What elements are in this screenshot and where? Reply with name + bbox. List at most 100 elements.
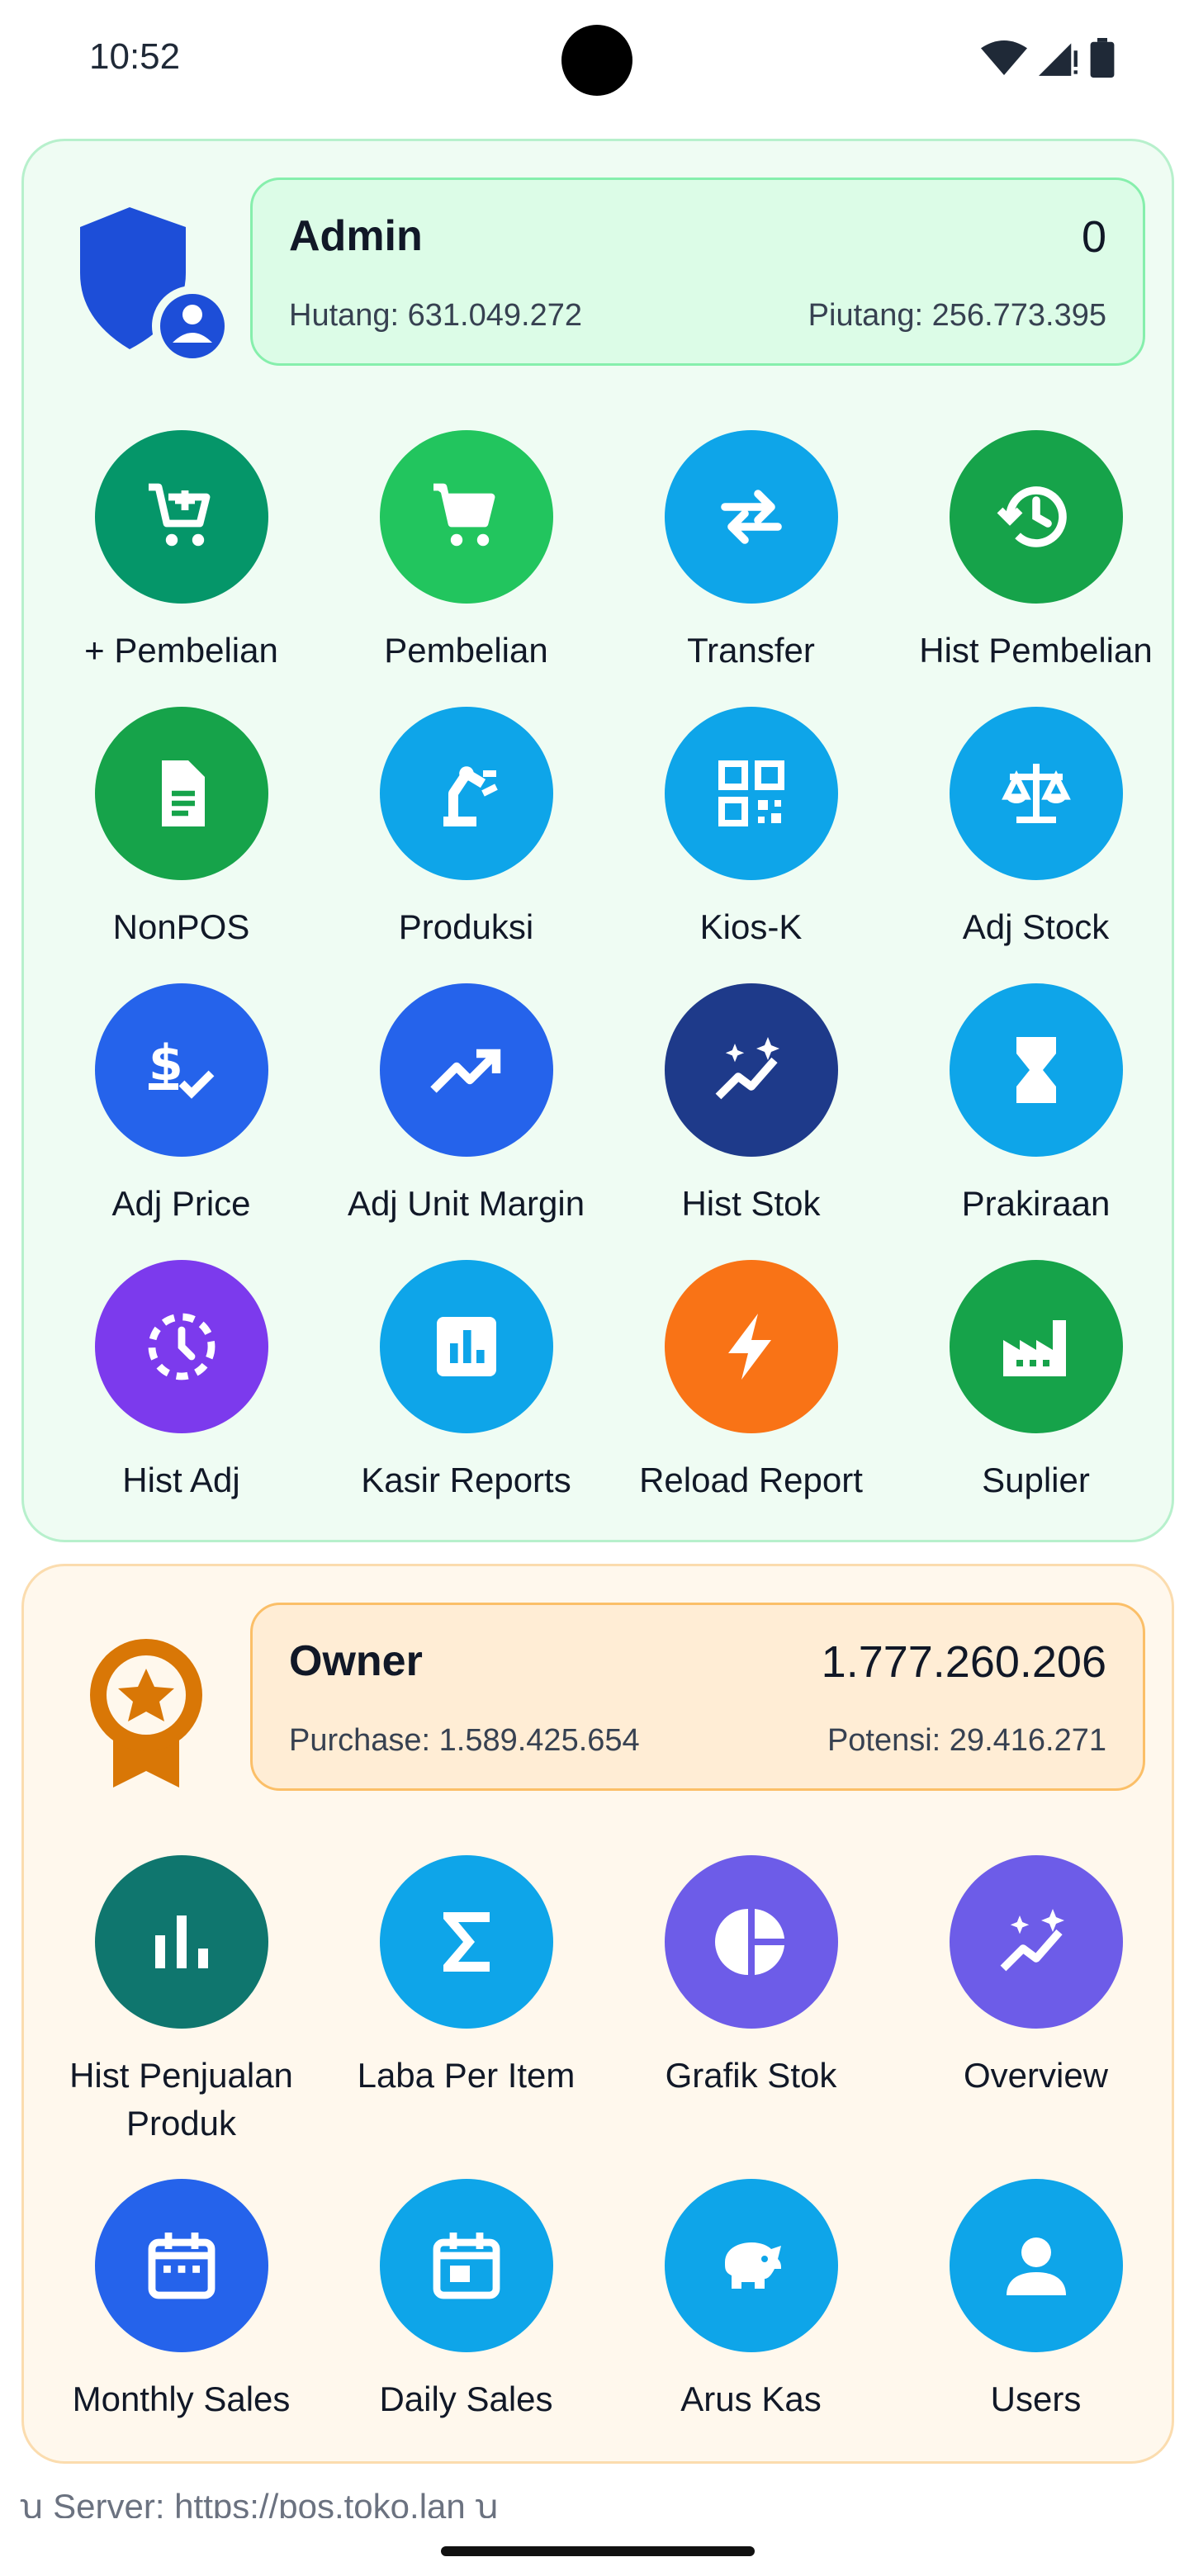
laba-per-item-label: Laba Per Item <box>357 2056 576 2095</box>
piggy-bank-icon <box>724 2242 781 2289</box>
menu-tile-hist-stok[interactable]: Hist Stok <box>609 983 893 1228</box>
status-bar: 10:52 <box>0 0 1189 124</box>
reload-report-label: Reload Report <box>639 1461 863 1499</box>
menu-tile-kasir-reports[interactable]: Kasir Reports <box>324 1260 609 1504</box>
robot-arm-icon <box>443 766 498 826</box>
sigma-icon <box>443 1912 490 1972</box>
menu-tile-suplier[interactable]: Suplier <box>893 1260 1178 1504</box>
owner-award-icon <box>90 1639 202 1788</box>
hourglass-icon <box>1016 1037 1056 1103</box>
menu-tile-nonpos[interactable]: NonPOS <box>39 707 324 951</box>
admin-summary: Admin 0 Hutang: 631.049.272 Piutang: 256… <box>250 178 1145 366</box>
hist-adj-label: Hist Adj <box>122 1461 240 1499</box>
trend-up-icon <box>429 1049 500 1093</box>
prakiraan-button[interactable] <box>949 983 1123 1157</box>
owner-title: Owner <box>289 1637 423 1685</box>
monthly-sales-button[interactable] <box>94 2179 268 2352</box>
home-indicator[interactable] <box>441 2546 755 2556</box>
admin-piutang: Piutang: 256.773.395 <box>808 298 1106 333</box>
owner-value: 1.777.260.206 <box>821 1637 1106 1687</box>
menu-tile-hist-penjualan-produk[interactable]: Hist Penjualan Produk <box>39 1855 324 2147</box>
overview-button[interactable] <box>949 1855 1123 2029</box>
arus-kas-button[interactable] <box>664 2179 838 2352</box>
transfer-button[interactable] <box>664 430 838 604</box>
hist-pembelian-button[interactable] <box>949 430 1123 604</box>
hist-stok-button[interactable] <box>664 983 838 1157</box>
users-label: Users <box>990 2379 1082 2418</box>
grafik-stok-label: Grafik Stok <box>665 2056 837 2095</box>
bar-chart-icon <box>154 1915 208 1968</box>
menu-tile-grafik-stok[interactable]: Grafik Stok <box>609 1855 893 2100</box>
menu-tile-prakiraan[interactable]: Prakiraan <box>893 983 1178 1228</box>
status-time: 10:52 <box>89 36 181 77</box>
menu-tile-pembelian[interactable]: Pembelian <box>324 430 609 675</box>
suplier-label: Suplier <box>982 1461 1090 1499</box>
menu-tile-users[interactable]: Users <box>893 2179 1178 2423</box>
hist-penjualan-produk-label: Hist Penjualan Produk <box>69 2056 293 2143</box>
adj-unit-margin-button[interactable] <box>379 983 553 1157</box>
kios-k-button[interactable] <box>664 707 838 880</box>
menu-tile-kios-k[interactable]: Kios-K <box>609 707 893 951</box>
swap-arrows-icon <box>720 490 782 544</box>
menu-tile-laba-per-item[interactable]: Laba Per Item <box>324 1855 609 2100</box>
reload-report-button[interactable] <box>664 1260 838 1433</box>
hist-pembelian-label: Hist Pembelian <box>919 631 1153 670</box>
hist-penjualan-produk-button[interactable] <box>94 1855 268 2029</box>
admin-header: Admin 0 Hutang: 631.049.272 Piutang: 256… <box>24 141 1172 381</box>
kasir-reports-label: Kasir Reports <box>361 1461 571 1499</box>
adj-stock-label: Adj Stock <box>962 907 1110 946</box>
menu-tile-transfer[interactable]: Transfer <box>609 430 893 675</box>
menu-tile-adj-unit-margin[interactable]: Adj Unit Margin <box>324 983 609 1228</box>
menu-tile-adj-price[interactable]: $ Adj Price <box>39 983 324 1228</box>
produksi-button[interactable] <box>379 707 553 880</box>
grafik-stok-button[interactable] <box>664 1855 838 2029</box>
menu-tile-pembelian[interactable]: + Pembelian <box>39 430 324 675</box>
daily-sales-button[interactable] <box>379 2179 553 2352</box>
pie-chart-icon <box>714 1909 784 1975</box>
adj-stock-button[interactable] <box>949 707 1123 880</box>
monthly-sales-label: Monthly Sales <box>72 2379 291 2418</box>
admin-hutang: Hutang: 631.049.272 <box>289 298 582 333</box>
user-icon <box>1006 2237 1066 2295</box>
calendar-day-icon <box>433 2233 500 2299</box>
kasir-reports-button[interactable] <box>379 1260 553 1433</box>
laba-per-item-button[interactable] <box>379 1855 553 2029</box>
adj-unit-margin-label: Adj Unit Margin <box>347 1184 585 1223</box>
pembelian-label: + Pembelian <box>84 631 278 670</box>
menu-tile-arus-kas[interactable]: Arus Kas <box>609 2179 893 2423</box>
bolt-icon <box>727 1314 771 1380</box>
suplier-button[interactable] <box>949 1260 1123 1433</box>
adj-price-button[interactable]: $ <box>94 983 268 1157</box>
prakiraan-label: Prakiraan <box>961 1184 1111 1223</box>
menu-tile-hist-adj[interactable]: Hist Adj <box>39 1260 324 1504</box>
nonpos-button[interactable] <box>94 707 268 880</box>
menu-tile-daily-sales[interactable]: Daily Sales <box>324 2179 609 2423</box>
battery-icon <box>1090 38 1115 78</box>
owner-summary: Owner 1.777.260.206 Purchase: 1.589.425.… <box>250 1603 1145 1791</box>
cart-plus-icon <box>148 483 210 547</box>
sparkle-chart-icon <box>1000 1909 1064 1972</box>
admin-card: Admin 0 Hutang: 631.049.272 Piutang: 256… <box>21 139 1174 1542</box>
signal-icon <box>1039 43 1078 76</box>
server-url-text: ꭒ Server: https://pos.toko.lan ꭒ <box>20 2487 499 2518</box>
price-check-icon: $ <box>148 1035 214 1099</box>
calendar-month-icon <box>148 2233 215 2299</box>
users-button[interactable] <box>949 2179 1123 2352</box>
adj-price-label: Adj Price <box>111 1184 251 1223</box>
wifi-icon <box>981 40 1027 75</box>
nonpos-label: NonPOS <box>112 907 250 946</box>
menu-tile-adj-stock[interactable]: Adj Stock <box>893 707 1178 951</box>
kios-k-label: Kios-K <box>699 907 803 946</box>
hist-adj-button[interactable] <box>94 1260 268 1433</box>
pembelian-button[interactable] <box>379 430 553 604</box>
factory-icon <box>1002 1320 1066 1376</box>
pembelian-button[interactable] <box>94 430 268 604</box>
owner-card: Owner 1.777.260.206 Purchase: 1.589.425.… <box>21 1564 1174 2464</box>
bar-chart-box-icon <box>436 1317 496 1376</box>
menu-tile-hist-pembelian[interactable]: Hist Pembelian <box>893 430 1178 675</box>
menu-tile-reload-report[interactable]: Reload Report <box>609 1260 893 1504</box>
menu-tile-monthly-sales[interactable]: Monthly Sales <box>39 2179 324 2423</box>
transfer-label: Transfer <box>687 631 815 670</box>
menu-tile-overview[interactable]: Overview <box>893 1855 1178 2100</box>
menu-tile-produksi[interactable]: Produksi <box>324 707 609 951</box>
